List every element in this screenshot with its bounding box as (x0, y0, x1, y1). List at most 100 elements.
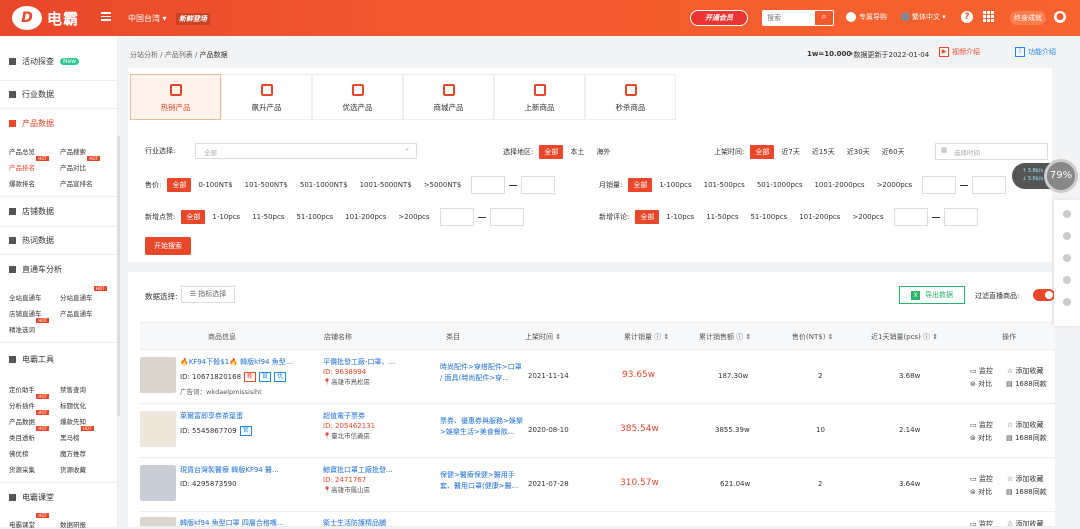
favorite-button[interactable]: ☆ 添加收藏 (1007, 518, 1044, 526)
product-image[interactable] (140, 465, 176, 501)
filter-option[interactable]: >5000NT$ (419, 178, 467, 192)
col-header-sortable[interactable]: 累计销量 ⓘ ⇕ (624, 332, 669, 342)
filter-option[interactable]: 501-1000NT$ (295, 178, 353, 192)
category-link[interactable]: 票券、優惠券與服務>娛樂>娛樂生活>美食餐飲... (440, 416, 526, 438)
compare-button[interactable]: ⊜ 对比 (970, 432, 992, 445)
tab-mall[interactable]: 商城产品 (403, 74, 494, 120)
filter-live-toggle[interactable] (1033, 289, 1055, 301)
filter-option[interactable]: 501-1000pcs (752, 178, 808, 192)
sidebar-subitem[interactable]: 产品搜索 (60, 146, 86, 156)
industry-select[interactable]: 全部 (195, 143, 417, 159)
sidebar-subitem[interactable]: 精准选词 HOT (9, 318, 49, 334)
monitor-button[interactable]: ▭ 监控 (970, 473, 993, 486)
product-image[interactable] (140, 411, 176, 447)
col-header-sortable[interactable]: 累计销售额 ⓘ ⇕ (699, 332, 751, 342)
export-button[interactable]: X 导出数据 (899, 286, 965, 304)
filter-option[interactable]: 全部 (635, 210, 660, 224)
filter-option[interactable]: 近7天 (776, 145, 804, 159)
filter-option[interactable]: 51-100pcs (745, 210, 792, 224)
monthly-max-input[interactable] (972, 176, 1007, 194)
crumb-link[interactable]: 产品列表 (165, 51, 193, 59)
filter-option[interactable]: >200pcs (847, 210, 888, 224)
sidebar-subitem[interactable]: 魔方推荐 (60, 448, 86, 458)
tab-preferred[interactable]: 优选产品 (312, 74, 403, 120)
same-1688-button[interactable]: ▤ 1688同款 (1006, 486, 1047, 499)
filter-option[interactable]: 1-100pcs (654, 178, 696, 192)
table-row[interactable]: 現貨台灣製醫療 韓版KF94 醫... ID: 4295873590 鯨寶批口罩… (140, 459, 1055, 512)
sidebar-scrollbar[interactable] (117, 136, 120, 416)
start-search-button[interactable]: 开始搜索 (145, 237, 191, 255)
filter-option[interactable]: >2000pcs (872, 178, 918, 192)
filter-option[interactable]: 近30天 (842, 145, 875, 159)
filter-option[interactable]: 全部 (628, 178, 653, 192)
achievement-button[interactable]: 终身成就 (1010, 11, 1046, 25)
table-row[interactable]: 🔥KF94下殺$1🔥 韓版kf94 魚型... ID: 10671820168 新… (140, 351, 1055, 404)
filter-option[interactable]: >200pcs (393, 210, 434, 224)
same-1688-button[interactable]: ▤ 1688同款 (1006, 432, 1047, 445)
sidebar-item-hotwords[interactable]: 热词数据 (9, 235, 54, 246)
sidebar-item-industry[interactable]: 行业数据 (9, 89, 54, 100)
filter-option[interactable]: 51-100pcs (291, 210, 338, 224)
apps-grid-icon[interactable] (983, 11, 994, 22)
filter-option[interactable]: 近60天 (877, 145, 910, 159)
filter-option[interactable]: 海外 (591, 145, 615, 159)
compare-button[interactable]: ⊜ 对比 (970, 486, 992, 499)
shop-cell[interactable]: 平價批發工廠-口罩、... ID: 9638994 📍高雄市鳥松區 (323, 357, 411, 387)
sidebar-item-product[interactable]: 产品数据 (9, 118, 54, 129)
tab-hot[interactable]: 热销产品 (130, 74, 221, 120)
date-picker[interactable]: 选择时间 (935, 143, 1048, 160)
metric-select-button[interactable]: ☰ 指标选择 (181, 286, 235, 303)
sidebar-subitem[interactable]: 禁售查询 (60, 384, 86, 394)
sidebar-subitem[interactable]: 产品总览 (9, 146, 35, 156)
monitor-button[interactable]: ▭ 监控 (970, 419, 993, 432)
filter-option[interactable]: 本土 (565, 145, 589, 159)
col-header-sortable[interactable]: 近1天销量(pcs) ⓘ ⇕ (871, 332, 938, 342)
compare-button[interactable]: ⊜ 对比 (970, 378, 992, 391)
shop-cell[interactable]: 鯨寶批口罩工廠批發... ID: 2471767 📍高雄市鳳山區 (323, 465, 411, 495)
monthly-min-input[interactable] (922, 176, 957, 194)
video-intro-button[interactable]: ▶ 视频介绍 (939, 47, 980, 57)
shop-name[interactable]: 衛士生活防護精品舖 (323, 518, 411, 526)
filter-option[interactable]: 101-500NT$ (240, 178, 293, 192)
filter-option[interactable]: 101-200pcs (794, 210, 845, 224)
sidebar-subitem[interactable]: 货源收藏 (60, 464, 86, 474)
product-title[interactable]: 萊爾富即享券茶葉蛋 (180, 411, 308, 421)
sidebar-subitem[interactable]: 全站直通车 (9, 292, 42, 302)
sidebar-subitem[interactable]: 数据研报 (60, 519, 86, 529)
filter-option[interactable]: 全部 (181, 210, 206, 224)
sidebar-subitem[interactable]: 产品数据 HOT (9, 410, 49, 426)
star-icon[interactable] (1063, 276, 1071, 284)
filter-option[interactable]: 101-500pcs (699, 178, 750, 192)
reviews-max-input[interactable] (943, 208, 978, 226)
filter-option[interactable]: 1001-2000pcs (809, 178, 869, 192)
product-title[interactable]: 🔥KF94下殺$1🔥 韓版kf94 魚型... (180, 357, 308, 367)
search-input[interactable] (762, 10, 814, 26)
sidebar-subitem[interactable]: 分站直通车 HOT (60, 286, 107, 302)
favorite-button[interactable]: ☆ 添加收藏 (1007, 419, 1044, 432)
tab-new[interactable]: 上新商品 (494, 74, 585, 120)
sidebar-subitem[interactable]: 黑马榜 HOT (60, 426, 94, 442)
sidebar-subitem[interactable]: 产品直通车 (60, 308, 93, 318)
search-icon[interactable]: ⌕ (815, 11, 833, 25)
product-title[interactable]: 現貨台灣製醫療 韓版KF94 醫... (180, 465, 308, 475)
col-header-sortable[interactable]: 售价(NT$) ⇕ (792, 332, 834, 342)
filter-option[interactable]: 1-10pcs (661, 210, 699, 224)
monitor-button[interactable]: ▭ 监控 (970, 518, 993, 526)
region-select[interactable]: 中国台湾 (128, 13, 167, 24)
sidebar-item-activity[interactable]: 活动探查 New (9, 56, 80, 67)
monitor-button[interactable]: ▭ 监控 (970, 365, 993, 378)
filter-option[interactable]: 1001-5000NT$ (355, 178, 417, 192)
promo-banner[interactable]: 新鲜登场 (176, 13, 210, 25)
sidebar-subitem[interactable]: 店铺直通车 (9, 308, 42, 318)
col-header-sortable[interactable]: 上架时间 ⇕ (525, 332, 561, 342)
sidebar-subitem[interactable]: 标题优化 (60, 400, 86, 410)
language-select[interactable]: 🌐 繁体中文 ▾ (901, 12, 946, 22)
sidebar-subitem[interactable]: 产品对比 HOT (60, 156, 100, 172)
product-image[interactable] (140, 357, 176, 393)
price-max-input[interactable] (521, 176, 556, 194)
likes-min-input[interactable] (439, 208, 474, 226)
price-min-input[interactable] (471, 176, 506, 194)
tab-rising[interactable]: 飙升产品 (221, 74, 312, 120)
function-intro-button[interactable]: i 功能介绍 (1015, 47, 1056, 57)
sidebar-item-ads[interactable]: 直通车分析 (9, 264, 62, 275)
